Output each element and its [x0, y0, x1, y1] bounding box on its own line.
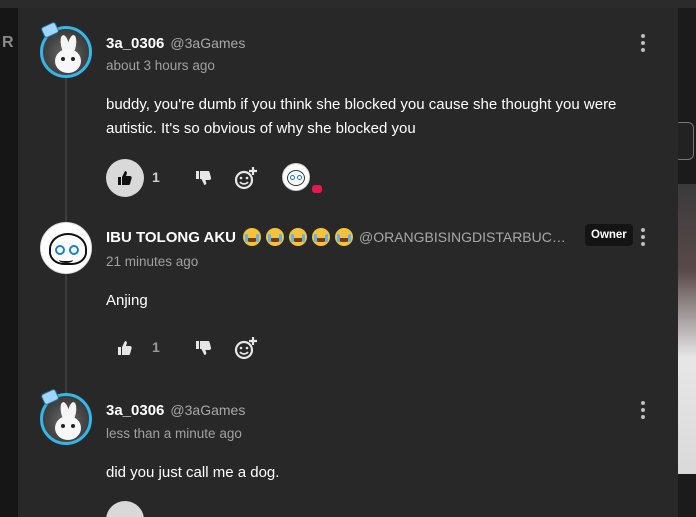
comment-thread-panel: 3a_0306 @3aGames about 3 hours ago buddy… [18, 8, 678, 517]
like-count: 1 [152, 169, 160, 185]
loudly-crying-face-emoji-icon [335, 228, 353, 246]
thumbs-up-icon [118, 341, 132, 355]
author-name[interactable]: IBU TOLONG AKU [106, 229, 236, 246]
author-name[interactable]: 3a_0306 [106, 35, 164, 52]
app-top-bar [0, 0, 696, 8]
thumbs-down-icon [196, 171, 212, 185]
loudly-crying-face-emoji-icon [312, 228, 330, 246]
owner-badge: Owner [585, 224, 633, 246]
dislike-button[interactable] [192, 167, 214, 189]
background-partial-letter: R [2, 34, 14, 51]
author-name[interactable]: 3a_0306 [106, 402, 164, 419]
add-reaction-button[interactable] [234, 165, 258, 191]
thumbs-down-icon [196, 341, 212, 355]
creator-reaction-avatar [282, 163, 310, 191]
avatar[interactable] [40, 222, 92, 274]
background-tab-button[interactable] [678, 122, 694, 160]
author-handle[interactable]: @ORANGBISINGDISTARBUC… [359, 229, 566, 245]
like-button[interactable] [106, 159, 144, 197]
dislike-button[interactable] [192, 337, 214, 359]
thumbs-up-icon [118, 171, 132, 185]
comment-header: IBU TOLONG AKU @ORANGBISINGDISTARBUC… [106, 226, 566, 248]
add-reaction-icon [234, 337, 257, 360]
like-button[interactable] [106, 329, 144, 367]
comment-timestamp: 21 minutes ago [106, 254, 199, 269]
comment-text: did you just call me a dog. [106, 464, 280, 481]
comment-header: 3a_0306 @3aGames [106, 32, 245, 54]
more-options-icon[interactable] [636, 399, 650, 421]
like-count: 1 [152, 339, 160, 355]
background-left-panel: R [0, 8, 18, 517]
loudly-crying-face-emoji-icon [243, 228, 261, 246]
author-handle[interactable]: @3aGames [170, 35, 245, 51]
loudly-crying-face-emoji-icon [289, 228, 307, 246]
add-reaction-button[interactable] [234, 335, 258, 361]
comment-text: Anjing [106, 292, 148, 309]
heart-icon [312, 185, 322, 193]
add-reaction-icon [234, 167, 257, 190]
more-options-icon[interactable] [636, 32, 650, 54]
comment-text: buddy, you're dumb if you think she bloc… [106, 96, 617, 137]
comment-header: 3a_0306 @3aGames [106, 399, 245, 421]
background-right-panel [678, 8, 696, 517]
more-options-icon[interactable] [636, 226, 650, 248]
author-emoji-row [238, 228, 353, 246]
like-button[interactable] [106, 501, 144, 517]
comment-timestamp: about 3 hours ago [106, 58, 215, 73]
author-handle[interactable]: @3aGames [170, 402, 245, 418]
loudly-crying-face-emoji-icon [266, 228, 284, 246]
comment-timestamp: less than a minute ago [106, 426, 242, 441]
background-artwork-image [678, 184, 696, 474]
